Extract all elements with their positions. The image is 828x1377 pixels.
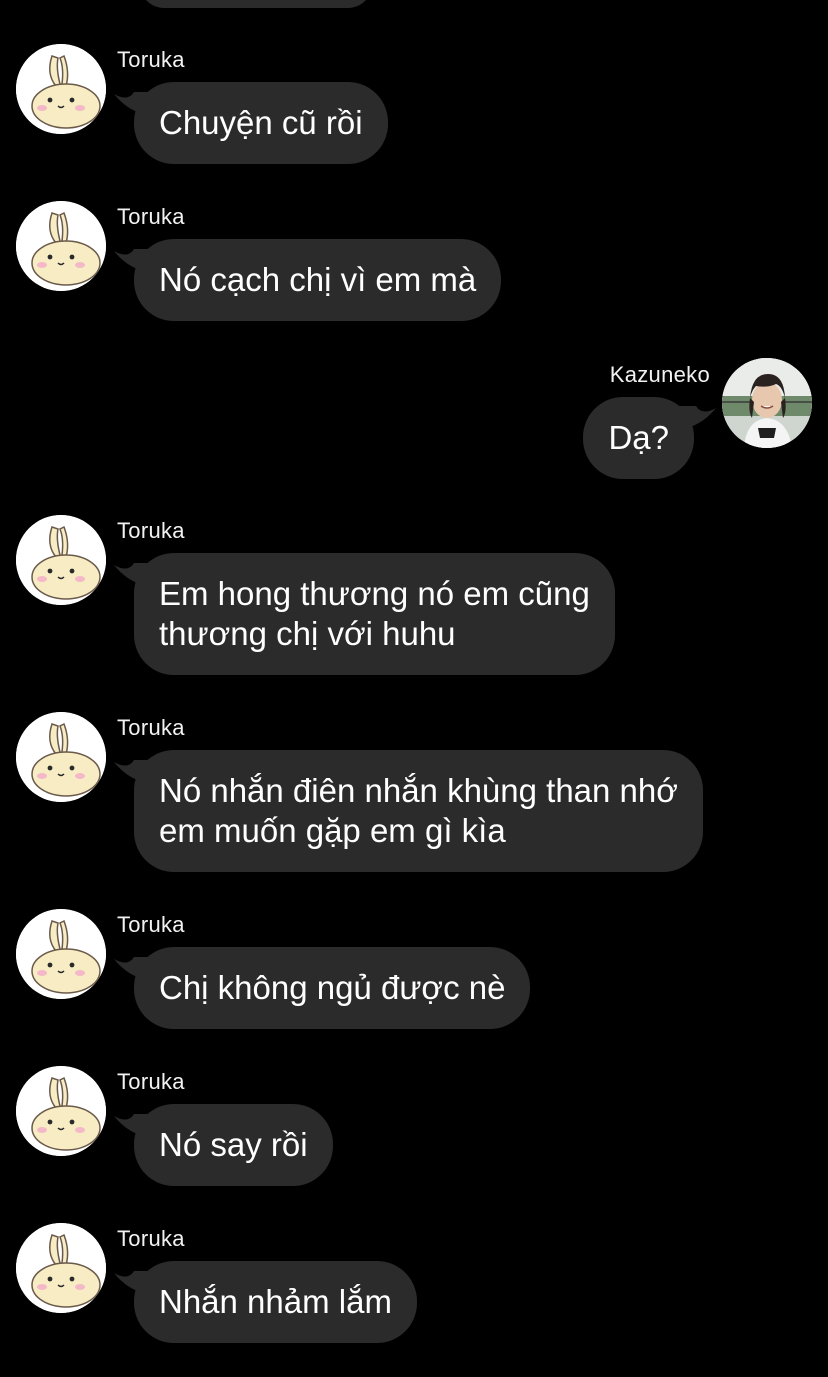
previous-message-bubble[interactable]	[140, 0, 372, 8]
message-text: Nó cạch chị vì em mà	[159, 261, 477, 298]
bunny-avatar-icon[interactable]	[16, 712, 106, 802]
sender-name: Toruka	[117, 204, 185, 229]
message-text: Chuyện cũ rồi	[159, 104, 363, 141]
message-text: Dạ?	[608, 419, 669, 456]
message-bubble[interactable]: Em hong thương nó em cũng thương chị với…	[134, 553, 615, 675]
bunny-avatar-icon[interactable]	[16, 44, 106, 134]
message-text-line: em muốn gặp em gì kìa	[159, 812, 506, 849]
message-bubble[interactable]: Nhắn nhảm lắm	[134, 1261, 417, 1343]
message-text-line: thương chị với huhu	[159, 615, 456, 652]
person-photo-avatar[interactable]	[722, 358, 812, 448]
sender-name: Kazuneko	[609, 362, 710, 387]
bunny-avatar-icon[interactable]	[16, 201, 106, 291]
message-bubble[interactable]: Chị không ngủ được nè	[134, 947, 531, 1029]
message-text: Nó say rồi	[159, 1126, 308, 1163]
message-text-line: Em hong thương nó em cũng	[159, 575, 590, 612]
bunny-avatar-icon[interactable]	[16, 515, 106, 605]
message-bubble[interactable]: Nó nhắn điên nhắn khùng than nhớ em muốn…	[134, 750, 703, 872]
sender-name: Toruka	[117, 1069, 185, 1094]
sender-name: Toruka	[117, 715, 185, 740]
sender-name: Toruka	[117, 518, 185, 543]
message-text: Chị không ngủ được nè	[159, 969, 506, 1006]
message-bubble[interactable]: Dạ?	[583, 397, 694, 479]
message-text-line: Nó nhắn điên nhắn khùng than nhớ	[159, 772, 678, 809]
message-bubble[interactable]: Nó cạch chị vì em mà	[134, 239, 502, 321]
message-bubble[interactable]: Chuyện cũ rồi	[134, 82, 388, 164]
bunny-avatar-icon[interactable]	[16, 1223, 106, 1313]
bunny-avatar-icon[interactable]	[16, 1066, 106, 1156]
sender-name: Toruka	[117, 912, 185, 937]
message-bubble[interactable]: Nó say rồi	[134, 1104, 333, 1186]
sender-name: Toruka	[117, 47, 185, 72]
message-text: Nhắn nhảm lắm	[159, 1283, 392, 1320]
bunny-avatar-icon[interactable]	[16, 909, 106, 999]
sender-name: Toruka	[117, 1226, 185, 1251]
